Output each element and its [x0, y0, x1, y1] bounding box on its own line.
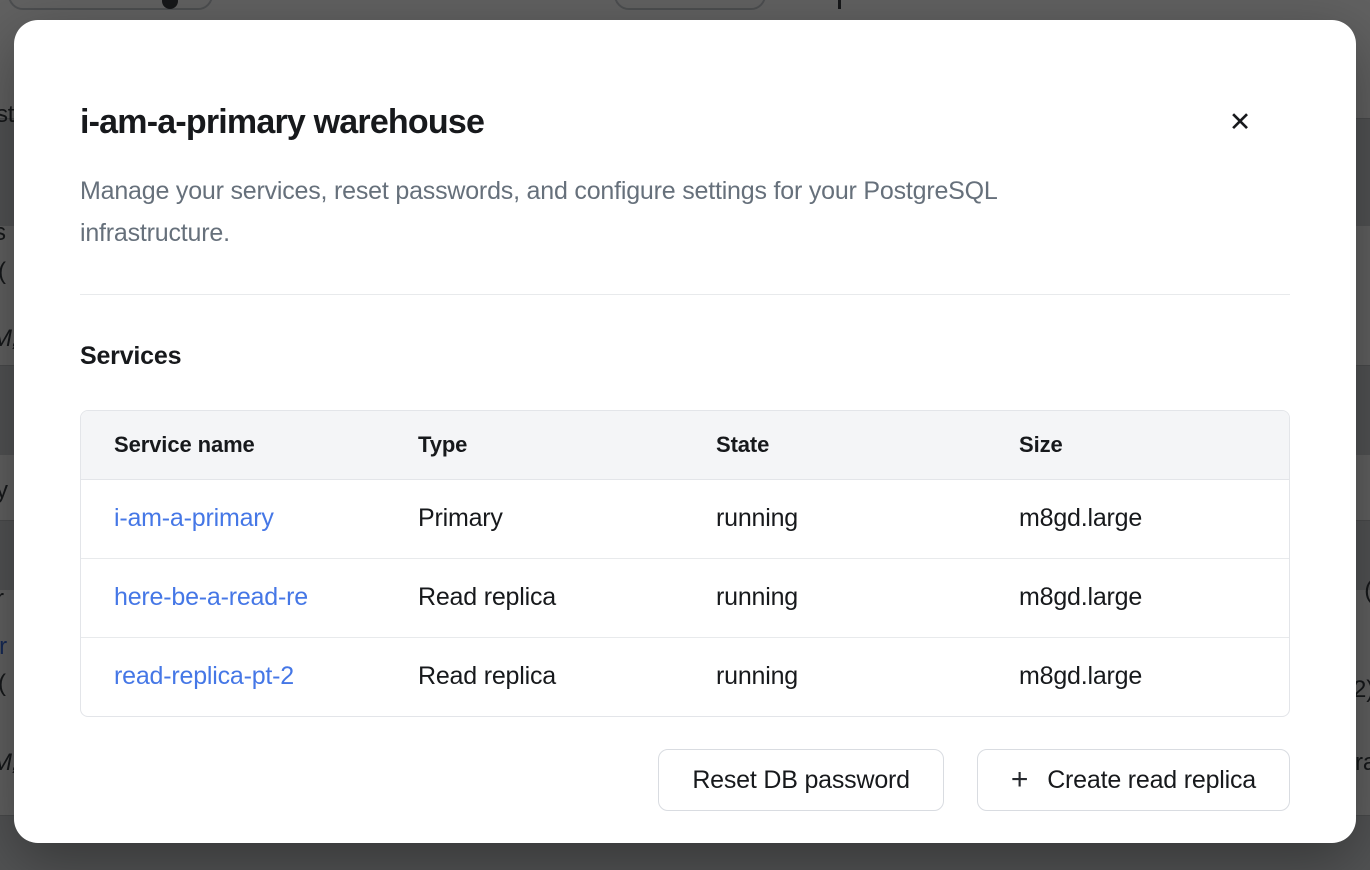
- dialog-description-line1: Manage your services, reset passwords, a…: [80, 170, 1290, 212]
- table-row: read-replica-pt-2 Read replica running m…: [81, 637, 1289, 716]
- divider: [80, 294, 1290, 295]
- dialog-footer: Reset DB password + Create read replica: [80, 749, 1290, 811]
- reset-db-password-button[interactable]: Reset DB password: [658, 749, 944, 811]
- service-type: Read replica: [385, 558, 683, 637]
- services-heading: Services: [80, 339, 1290, 373]
- dialog-description-line2: infrastructure.: [80, 212, 1290, 254]
- warehouse-dialog: i-am-a-primary warehouse ✕ Manage your s…: [14, 20, 1356, 843]
- plus-icon: +: [1011, 765, 1028, 795]
- service-type: Read replica: [385, 637, 683, 716]
- services-table: Service name Type State Size i-am-a-prim…: [80, 410, 1290, 717]
- service-size: m8gd.large: [986, 479, 1289, 558]
- table-row: i-am-a-primary Primary running m8gd.larg…: [81, 479, 1289, 558]
- close-icon[interactable]: ✕: [1224, 106, 1256, 138]
- create-read-replica-label: Create read replica: [1047, 766, 1256, 795]
- service-link[interactable]: read-replica-pt-2: [114, 662, 294, 690]
- column-header-type: Type: [385, 411, 683, 479]
- service-type: Primary: [385, 479, 683, 558]
- column-header-service-name: Service name: [81, 411, 385, 479]
- column-header-size: Size: [986, 411, 1289, 479]
- service-size: m8gd.large: [986, 637, 1289, 716]
- reset-db-password-label: Reset DB password: [692, 766, 910, 795]
- dialog-title: i-am-a-primary warehouse: [80, 102, 1290, 142]
- service-link[interactable]: here-be-a-read-re: [114, 583, 308, 611]
- service-state: running: [683, 479, 986, 558]
- dialog-description: Manage your services, reset passwords, a…: [80, 170, 1290, 254]
- service-link[interactable]: i-am-a-primary: [114, 504, 274, 532]
- service-state: running: [683, 637, 986, 716]
- service-state: running: [683, 558, 986, 637]
- create-read-replica-button[interactable]: + Create read replica: [977, 749, 1290, 811]
- table-header-row: Service name Type State Size: [81, 411, 1289, 479]
- table-row: here-be-a-read-re Read replica running m…: [81, 558, 1289, 637]
- service-size: m8gd.large: [986, 558, 1289, 637]
- column-header-state: State: [683, 411, 986, 479]
